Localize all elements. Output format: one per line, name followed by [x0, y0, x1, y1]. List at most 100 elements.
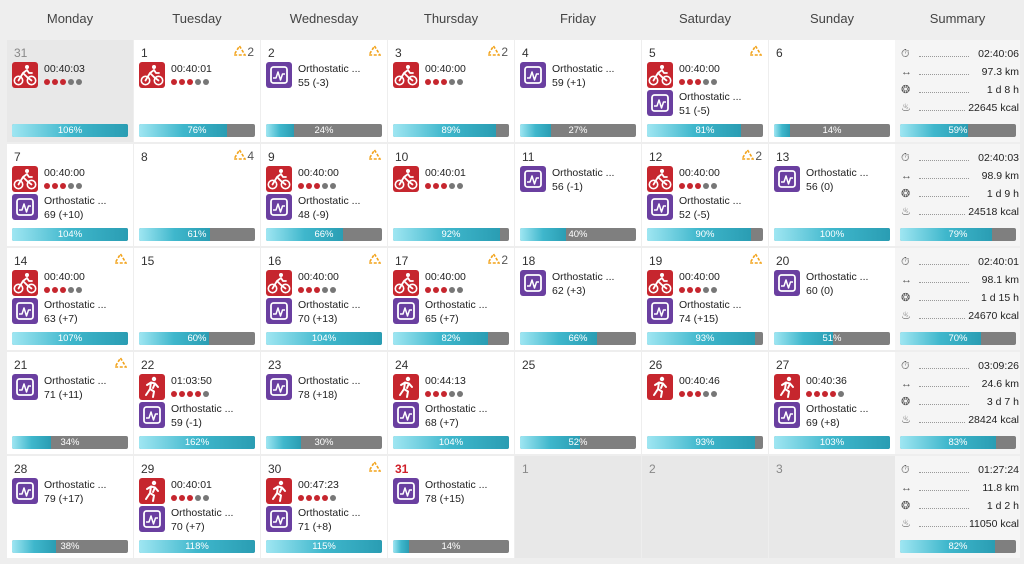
orthostatic-entry[interactable]: Orthostatic ... 56 (-1) [520, 166, 638, 194]
orthostatic-entry[interactable]: Orthostatic ... 69 (+10) [12, 194, 130, 222]
day-cell[interactable]: 16 00:40:00 Orthostatic ... 70 (+13) 104% [261, 248, 387, 350]
day-cell[interactable]: 7 00:40:00 Orthostatic ... 69 (+10) 104% [7, 144, 133, 246]
training-badge[interactable] [748, 44, 763, 59]
orthostatic-test-icon[interactable] [139, 402, 165, 428]
cycling-entry[interactable]: 00:40:00 [266, 166, 384, 194]
running-icon[interactable] [393, 374, 419, 400]
day-cell[interactable]: 18 Orthostatic ... 62 (+3) 66% [515, 248, 641, 350]
orthostatic-test-icon[interactable] [266, 506, 292, 532]
orthostatic-test-icon[interactable] [12, 194, 38, 220]
training-badge[interactable]: 2 [486, 252, 508, 267]
running-icon[interactable] [139, 478, 165, 504]
running-icon[interactable] [139, 374, 165, 400]
training-badge[interactable] [367, 148, 382, 163]
running-icon[interactable] [647, 374, 673, 400]
day-cell[interactable]: 21 Orthostatic ... 71 (+11) 34% [7, 352, 133, 454]
orthostatic-entry[interactable]: Orthostatic ... 71 (+11) [12, 374, 130, 402]
day-cell[interactable]: 30 00:47:23 Orthostatic ... 71 (+8) 115% [261, 456, 387, 558]
orthostatic-entry[interactable]: Orthostatic ... 62 (+3) [520, 270, 638, 298]
orthostatic-test-icon[interactable] [12, 298, 38, 324]
day-cell[interactable]: 5 00:40:00 Orthostatic ... 51 (-5) 81% [642, 40, 768, 142]
orthostatic-test-icon[interactable] [12, 374, 38, 400]
orthostatic-entry[interactable]: Orthostatic ... 70 (+7) [139, 506, 257, 534]
running-icon[interactable] [266, 478, 292, 504]
orthostatic-entry[interactable]: Orthostatic ... 55 (-3) [266, 62, 384, 90]
cycling-entry[interactable]: 00:40:01 [139, 62, 257, 90]
day-cell[interactable]: 31 Orthostatic ... 78 (+15) 14% [388, 456, 514, 558]
running-entry[interactable]: 01:03:50 [139, 374, 257, 402]
orthostatic-entry[interactable]: Orthostatic ... 51 (-5) [647, 90, 765, 118]
cycling-icon[interactable] [393, 166, 419, 192]
orthostatic-test-icon[interactable] [266, 298, 292, 324]
day-cell[interactable]: 12 2 00:40:00 Orthostatic ... 52 (-5) 90% [642, 144, 768, 246]
day-cell[interactable]: 20 Orthostatic ... 60 (0) 51% [769, 248, 895, 350]
orthostatic-test-icon[interactable] [266, 374, 292, 400]
orthostatic-test-icon[interactable] [647, 298, 673, 324]
cycling-icon[interactable] [266, 166, 292, 192]
running-icon[interactable] [774, 374, 800, 400]
day-cell[interactable]: 11 Orthostatic ... 56 (-1) 40% [515, 144, 641, 246]
running-entry[interactable]: 00:40:46 [647, 374, 765, 402]
training-badge[interactable] [367, 460, 382, 475]
orthostatic-entry[interactable]: Orthostatic ... 79 (+17) [12, 478, 130, 506]
training-badge[interactable] [367, 252, 382, 267]
day-cell[interactable]: 4 Orthostatic ... 59 (+1) 27% [515, 40, 641, 142]
day-cell[interactable]: 2 [642, 456, 768, 558]
orthostatic-test-icon[interactable] [647, 90, 673, 116]
cycling-entry[interactable]: 00:40:00 [647, 62, 765, 90]
training-badge[interactable]: 2 [740, 148, 762, 163]
orthostatic-test-icon[interactable] [266, 62, 292, 88]
day-cell[interactable]: 17 2 00:40:00 Orthostatic ... 65 (+7) 82% [388, 248, 514, 350]
training-badge[interactable] [367, 44, 382, 59]
day-cell[interactable]: 26 00:40:46 93% [642, 352, 768, 454]
cycling-entry[interactable]: 00:40:00 [12, 270, 130, 298]
cycling-entry[interactable]: 00:40:00 [12, 166, 130, 194]
cycling-icon[interactable] [12, 62, 38, 88]
day-cell[interactable]: 1 [515, 456, 641, 558]
orthostatic-entry[interactable]: Orthostatic ... 65 (+7) [393, 298, 511, 326]
day-cell[interactable]: 24 00:44:13 Orthostatic ... 68 (+7) 104% [388, 352, 514, 454]
cycling-icon[interactable] [12, 270, 38, 296]
orthostatic-entry[interactable]: Orthostatic ... 59 (-1) [139, 402, 257, 430]
cycling-entry[interactable]: 00:40:00 [393, 270, 511, 298]
training-badge[interactable]: 2 [232, 44, 254, 59]
orthostatic-entry[interactable]: Orthostatic ... 56 (0) [774, 166, 892, 194]
cycling-entry[interactable]: 00:40:03 [12, 62, 130, 90]
orthostatic-entry[interactable]: Orthostatic ... 71 (+8) [266, 506, 384, 534]
training-badge[interactable]: 4 [232, 148, 254, 163]
orthostatic-test-icon[interactable] [393, 298, 419, 324]
cycling-entry[interactable]: 00:40:00 [393, 62, 511, 90]
orthostatic-test-icon[interactable] [520, 270, 546, 296]
day-cell[interactable]: 29 00:40:01 Orthostatic ... 70 (+7) 118% [134, 456, 260, 558]
cycling-entry[interactable]: 00:40:00 [647, 270, 765, 298]
cycling-entry[interactable]: 00:40:01 [393, 166, 511, 194]
cycling-icon[interactable] [647, 62, 673, 88]
day-cell[interactable]: 27 00:40:36 Orthostatic ... 69 (+8) 103% [769, 352, 895, 454]
orthostatic-entry[interactable]: Orthostatic ... 52 (-5) [647, 194, 765, 222]
orthostatic-entry[interactable]: Orthostatic ... 74 (+15) [647, 298, 765, 326]
orthostatic-entry[interactable]: Orthostatic ... 68 (+7) [393, 402, 511, 430]
training-badge[interactable] [113, 252, 128, 267]
orthostatic-test-icon[interactable] [393, 402, 419, 428]
cycling-icon[interactable] [266, 270, 292, 296]
orthostatic-entry[interactable]: Orthostatic ... 59 (+1) [520, 62, 638, 90]
day-cell[interactable]: 31 00:40:03 106% [7, 40, 133, 142]
cycling-entry[interactable]: 00:40:00 [266, 270, 384, 298]
day-cell[interactable]: 9 00:40:00 Orthostatic ... 48 (-9) 66% [261, 144, 387, 246]
cycling-icon[interactable] [647, 166, 673, 192]
day-cell[interactable]: 22 01:03:50 Orthostatic ... 59 (-1) 162% [134, 352, 260, 454]
orthostatic-test-icon[interactable] [393, 478, 419, 504]
day-cell[interactable]: 8 4 61% [134, 144, 260, 246]
orthostatic-entry[interactable]: Orthostatic ... 63 (+7) [12, 298, 130, 326]
running-entry[interactable]: 00:47:23 [266, 478, 384, 506]
day-cell[interactable]: 14 00:40:00 Orthostatic ... 63 (+7) 107% [7, 248, 133, 350]
orthostatic-test-icon[interactable] [266, 194, 292, 220]
orthostatic-entry[interactable]: Orthostatic ... 69 (+8) [774, 402, 892, 430]
orthostatic-test-icon[interactable] [520, 166, 546, 192]
day-cell[interactable]: 15 60% [134, 248, 260, 350]
orthostatic-test-icon[interactable] [774, 166, 800, 192]
orthostatic-entry[interactable]: Orthostatic ... 60 (0) [774, 270, 892, 298]
day-cell[interactable]: 6 14% [769, 40, 895, 142]
training-badge[interactable]: 2 [486, 44, 508, 59]
cycling-icon[interactable] [139, 62, 165, 88]
